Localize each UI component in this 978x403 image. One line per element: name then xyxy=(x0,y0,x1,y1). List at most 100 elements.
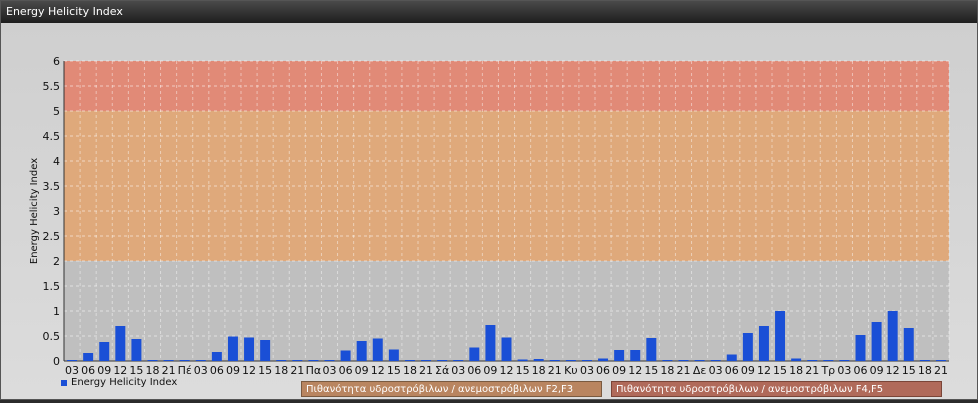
bar xyxy=(614,350,625,361)
bar xyxy=(565,360,576,361)
band-label-f2f3: Πιθανότητα υδροστρόβιλων / ανεμοστρόβιλω… xyxy=(301,381,602,397)
y-axis-title: Energy Helicity Index xyxy=(29,158,40,264)
x-tick-label: 15 xyxy=(644,364,658,377)
bar xyxy=(598,358,609,361)
x-tick-label: 15 xyxy=(773,364,787,377)
bar xyxy=(549,360,560,361)
x-tick-label: 06 xyxy=(339,364,353,377)
bar xyxy=(115,326,126,361)
x-tick-label: 12 xyxy=(500,364,514,377)
x-tick-label: 09 xyxy=(97,364,111,377)
x-tick-label: 21 xyxy=(805,364,819,377)
bar xyxy=(694,360,705,361)
x-tick-label: 09 xyxy=(612,364,626,377)
bar xyxy=(372,338,383,361)
legend-label: Energy Helicity Index xyxy=(71,377,178,388)
bar xyxy=(163,360,174,361)
plot-area: 0 0.5 1 1.5 2 2.5 3 3.5 4 4.5 5 5.5 6 Energy Helicity… xyxy=(1,23,977,399)
bar xyxy=(340,350,351,361)
x-tick-label: 12 xyxy=(886,364,900,377)
bar xyxy=(404,360,415,361)
x-tick-label: 09 xyxy=(870,364,884,377)
x-tick-label: 21 xyxy=(548,364,562,377)
y-tick-label: 2 xyxy=(53,255,60,268)
x-tick-label: 12 xyxy=(628,364,642,377)
bar xyxy=(935,360,946,361)
x-tick-label: 18 xyxy=(274,364,288,377)
bar xyxy=(453,360,464,361)
x-tick-label: 09 xyxy=(226,364,240,377)
y-tick-label: 1.5 xyxy=(43,280,61,293)
bar xyxy=(742,333,753,361)
bar xyxy=(662,360,673,361)
bar xyxy=(83,353,94,361)
bar xyxy=(919,360,930,361)
x-tick-label: 06 xyxy=(596,364,610,377)
bar xyxy=(276,360,287,361)
x-tick-label: 12 xyxy=(757,364,771,377)
x-tick-label: 18 xyxy=(918,364,932,377)
bar xyxy=(630,350,641,361)
x-tick-label: 18 xyxy=(789,364,803,377)
x-tick-label: 03 xyxy=(451,364,465,377)
bar xyxy=(131,339,142,361)
y-tick-label: 2.5 xyxy=(43,230,61,243)
bar xyxy=(244,337,255,361)
bar xyxy=(710,360,721,361)
y-tick-label: 5 xyxy=(53,105,60,118)
x-tick-label: 12 xyxy=(371,364,385,377)
bar xyxy=(903,328,914,361)
bar xyxy=(260,340,271,361)
x-tick-label: Κυ xyxy=(564,364,578,377)
x-tick-label: 21 xyxy=(162,364,176,377)
bar xyxy=(292,360,303,361)
x-tick-label: 03 xyxy=(323,364,337,377)
x-tick-label: 03 xyxy=(194,364,208,377)
x-tick-label: 09 xyxy=(355,364,369,377)
x-tick-label: 03 xyxy=(65,364,79,377)
x-tick-label: 09 xyxy=(741,364,755,377)
y-tick-label: 4.5 xyxy=(43,130,61,143)
bar xyxy=(179,360,190,361)
bar xyxy=(758,326,769,361)
legend: Energy Helicity Index xyxy=(61,377,177,388)
bar xyxy=(839,360,850,361)
x-tick-label: 12 xyxy=(242,364,256,377)
bar xyxy=(517,359,528,361)
y-tick-label: 3 xyxy=(53,205,60,218)
y-tick-label: 1 xyxy=(53,305,60,318)
bar xyxy=(308,360,319,361)
band-label-f4f5: Πιθανότητα υδροστρόβιλων / ανεμοστρόβιλω… xyxy=(611,381,942,397)
x-tick-label: 03 xyxy=(580,364,594,377)
x-tick-label: 06 xyxy=(210,364,224,377)
chart-svg: 0 0.5 1 1.5 2 2.5 3 3.5 4 4.5 5 5.5 6 Energy Helicity… xyxy=(29,55,950,377)
bar xyxy=(67,360,78,361)
x-tick-label: 18 xyxy=(146,364,160,377)
bar xyxy=(437,360,448,361)
y-tick-label: 6 xyxy=(53,55,60,68)
x-tick-label: 15 xyxy=(387,364,401,377)
x-tick-label: 15 xyxy=(129,364,143,377)
x-tick-label: 21 xyxy=(677,364,691,377)
bar xyxy=(195,360,206,361)
x-tick-label: 18 xyxy=(532,364,546,377)
bar xyxy=(791,358,802,361)
bar xyxy=(887,311,898,361)
bar xyxy=(147,360,158,361)
chart-panel: Energy Helicity Index 0 0.5 1 1.5 2 2.5 3 3.5 4 4… xyxy=(0,0,978,400)
x-tick-label: Τρ xyxy=(820,364,835,377)
x-tick-label: 21 xyxy=(290,364,304,377)
bar xyxy=(388,349,399,361)
bar xyxy=(469,347,480,361)
x-tick-label: 15 xyxy=(258,364,272,377)
bar xyxy=(823,360,834,361)
x-tick-label: 21 xyxy=(934,364,948,377)
x-tick-label: 06 xyxy=(467,364,481,377)
bar xyxy=(855,335,866,361)
bar xyxy=(775,311,786,361)
x-tick-label: Πέ xyxy=(178,364,192,377)
x-tick-label: 06 xyxy=(725,364,739,377)
bar xyxy=(99,342,110,361)
y-tick-label: 0.5 xyxy=(43,330,61,343)
x-tick-label: 18 xyxy=(403,364,417,377)
